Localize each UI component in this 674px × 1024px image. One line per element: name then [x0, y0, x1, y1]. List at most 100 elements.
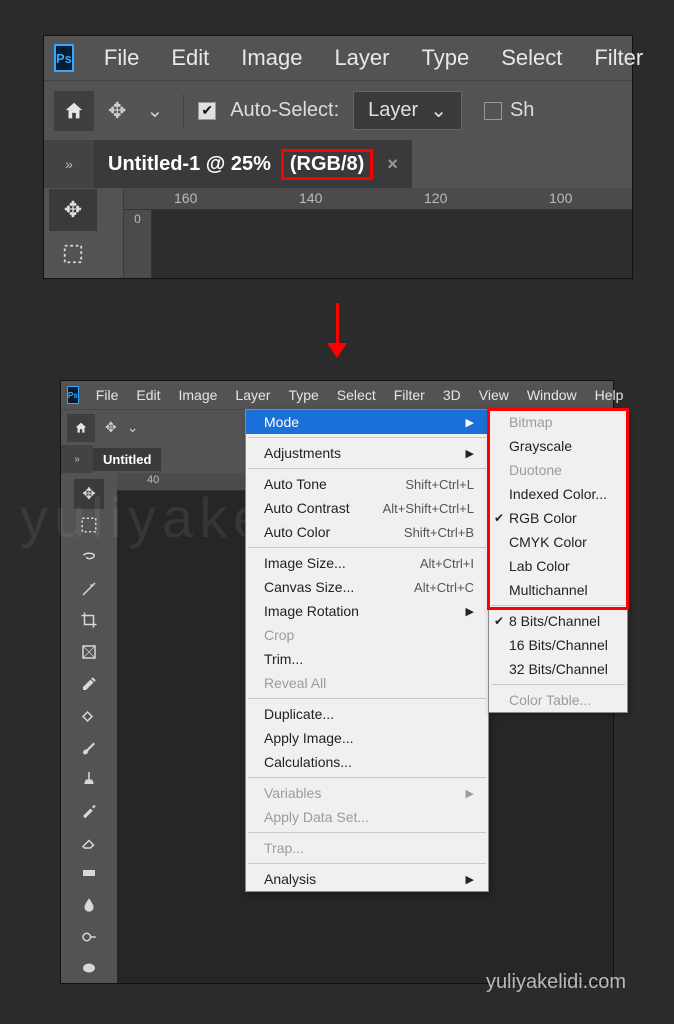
move-tool[interactable]: ✥	[74, 479, 104, 509]
menu-item-trim[interactable]: Trim...	[246, 647, 488, 671]
menu-item-mode[interactable]: Mode▶	[246, 410, 488, 434]
menu-item-multichannel[interactable]: Multichannel	[489, 578, 627, 602]
auto-select-label: Auto-Select:	[230, 99, 339, 122]
menu-item-rgb-color[interactable]: ✔RGB Color	[489, 506, 627, 530]
menu-file[interactable]: File	[88, 45, 155, 71]
shortcut: Shift+Ctrl+B	[404, 525, 474, 540]
frame-tool[interactable]	[74, 637, 104, 667]
home-icon	[63, 100, 85, 122]
menu-item-label: Bitmap	[509, 414, 553, 430]
show-transform-checkbox[interactable]	[484, 102, 502, 120]
home-button[interactable]	[54, 91, 94, 131]
menu-item-canvas-size[interactable]: Canvas Size...Alt+Ctrl+C	[246, 575, 488, 599]
menu-item-label: Image Size...	[264, 555, 346, 571]
menu-item-auto-color[interactable]: Auto ColorShift+Ctrl+B	[246, 520, 488, 544]
menu-item-label: CMYK Color	[509, 534, 587, 550]
menu-item-cmyk-color[interactable]: CMYK Color	[489, 530, 627, 554]
tool-preset-dropdown-icon[interactable]: ⌄	[140, 98, 169, 123]
lasso-tool[interactable]	[74, 542, 104, 572]
ps-logo-icon: Ps	[54, 44, 74, 72]
menu-layer[interactable]: Layer	[318, 45, 405, 71]
eraser-tool[interactable]	[74, 827, 104, 857]
menu-item-auto-contrast[interactable]: Auto Contrast Alt+Shift+Ctrl+L	[246, 496, 488, 520]
menu-item-32bits[interactable]: 32 Bits/Channel	[489, 657, 627, 681]
healing-brush-tool[interactable]	[74, 700, 104, 730]
menu-item-label: Grayscale	[509, 438, 572, 454]
menu-item-label: 32 Bits/Channel	[509, 661, 608, 677]
ruler-horizontal: 160 140 120 100	[124, 188, 632, 210]
menu-image[interactable]: Image	[225, 45, 318, 71]
menu-item-indexed-color[interactable]: Indexed Color...	[489, 482, 627, 506]
dropdown-value: Layer	[368, 99, 418, 122]
sponge-tool[interactable]	[74, 953, 104, 983]
expand-panels-icon[interactable]: »	[61, 445, 93, 473]
document-tab[interactable]: Untitled	[93, 448, 161, 471]
menu-select[interactable]: Select	[485, 45, 578, 71]
tool-preset-dropdown-icon[interactable]: ⌄	[127, 419, 139, 436]
clone-stamp-tool[interactable]	[74, 764, 104, 794]
menu-item-label: Lab Color	[509, 558, 570, 574]
menu-3d[interactable]: 3D	[434, 387, 470, 403]
menu-edit[interactable]: Edit	[127, 387, 169, 403]
blur-tool[interactable]	[74, 890, 104, 920]
crop-tool[interactable]	[74, 606, 104, 636]
menu-layer[interactable]: Layer	[226, 387, 279, 403]
ruler-mark: 120	[424, 190, 447, 206]
menu-help[interactable]: Help	[586, 387, 633, 403]
gradient-tool[interactable]	[74, 859, 104, 889]
auto-select-target-dropdown[interactable]: Layer ⌄	[353, 91, 462, 130]
menu-type[interactable]: Type	[405, 45, 485, 71]
submenu-arrow-icon: ▶	[466, 447, 474, 460]
tab-close-icon[interactable]: ×	[387, 154, 398, 175]
menu-view[interactable]: View	[470, 387, 518, 403]
shortcut: Alt+Ctrl+I	[420, 556, 474, 571]
show-transform-label: Sh	[510, 99, 534, 122]
menu-filter[interactable]: Filter	[385, 387, 434, 403]
menu-item-label: Analysis	[264, 871, 316, 887]
home-button[interactable]	[67, 414, 95, 442]
check-icon: ✔	[494, 614, 504, 628]
menu-item-calculations[interactable]: Calculations...	[246, 750, 488, 774]
menu-type[interactable]: Type	[279, 387, 327, 403]
menu-item-8bits[interactable]: ✔8 Bits/Channel	[489, 609, 627, 633]
menu-item-image-size[interactable]: Image Size... Alt+Ctrl+I	[246, 551, 488, 575]
brush-tool[interactable]	[74, 732, 104, 762]
menu-item-label: Indexed Color...	[509, 486, 607, 502]
menu-item-image-rotation[interactable]: Image Rotation▶	[246, 599, 488, 623]
magic-wand-tool[interactable]	[74, 574, 104, 604]
menu-item-label: Auto Contrast	[264, 500, 350, 516]
credit-text: yuliyakelidi.com	[486, 971, 626, 994]
menu-item-analysis[interactable]: Analysis ▶	[246, 867, 488, 891]
canvas[interactable]	[152, 210, 632, 278]
menu-select[interactable]: Select	[328, 387, 385, 403]
menu-file[interactable]: File	[87, 387, 128, 403]
dodge-tool[interactable]	[74, 922, 104, 952]
menu-item-label: Trap...	[264, 840, 304, 856]
history-brush-tool[interactable]	[74, 795, 104, 825]
eyedropper-tool[interactable]	[74, 669, 104, 699]
menu-image[interactable]: Image	[169, 387, 226, 403]
menu-item-grayscale[interactable]: Grayscale	[489, 434, 627, 458]
submenu-arrow-icon: ▶	[466, 873, 474, 886]
menu-edit[interactable]: Edit	[155, 45, 225, 71]
menu-item-lab-color[interactable]: Lab Color	[489, 554, 627, 578]
menu-image-dropdown: Mode▶ Adjustments▶ Auto ToneShift+Ctrl+L…	[245, 409, 489, 892]
menu-item-apply-image[interactable]: Apply Image...	[246, 726, 488, 750]
canvas-area: 160 140 120 100 0	[124, 188, 632, 278]
menu-item-label: Calculations...	[264, 754, 352, 770]
menu-item-16bits[interactable]: 16 Bits/Channel	[489, 633, 627, 657]
auto-select-checkbox[interactable]: ✔	[198, 102, 216, 120]
marquee-tool[interactable]	[74, 511, 104, 541]
menu-item-label: Apply Image...	[264, 730, 354, 746]
menu-window[interactable]: Window	[518, 387, 586, 403]
expand-panels-icon[interactable]: »	[44, 140, 94, 188]
shortcut: Alt+Shift+Ctrl+L	[383, 501, 474, 516]
menu-item-duplicate[interactable]: Duplicate...	[246, 702, 488, 726]
document-tab[interactable]: Untitled-1 @ 25% (RGB/8) ×	[94, 140, 412, 188]
menu-filter[interactable]: Filter	[578, 45, 659, 71]
menu-item-label: Variables	[264, 785, 321, 801]
menu-item-adjustments[interactable]: Adjustments▶	[246, 441, 488, 465]
marquee-tool[interactable]	[49, 233, 97, 275]
menu-item-auto-tone[interactable]: Auto ToneShift+Ctrl+L	[246, 472, 488, 496]
move-tool[interactable]: ✥	[49, 189, 97, 231]
